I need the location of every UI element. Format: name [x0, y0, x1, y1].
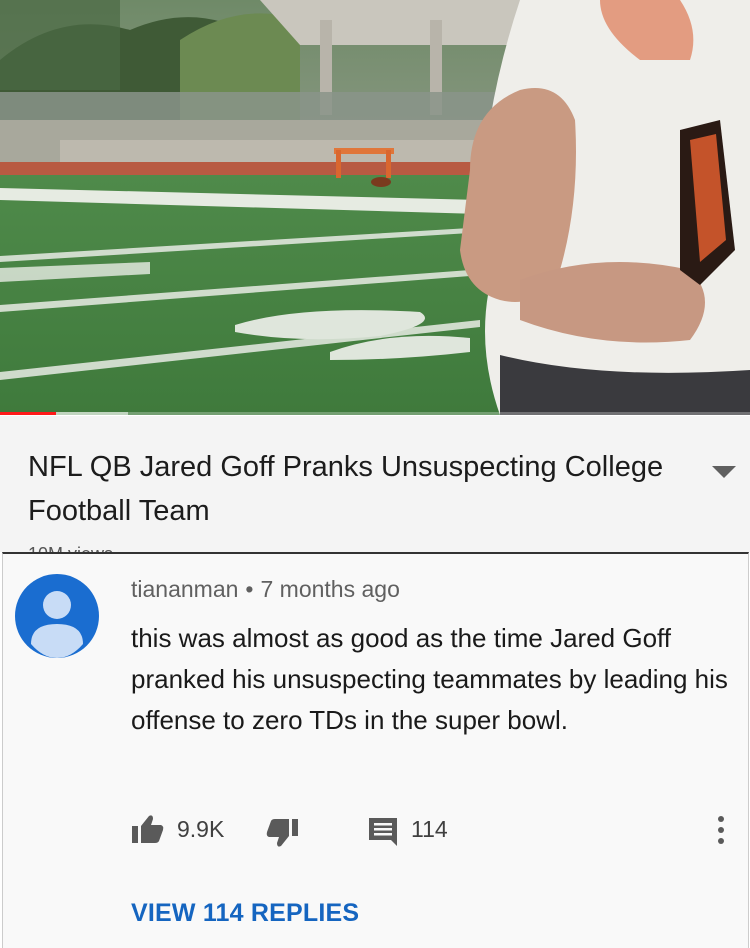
- comment-card: tiananman • 7 months ago this was almost a…: [2, 552, 749, 948]
- view-replies-button[interactable]: VIEW 114 REPLIES: [131, 898, 359, 928]
- progress-played: [0, 412, 57, 415]
- thumbs-down-icon: [266, 819, 298, 847]
- video-info-bar: NFL QB Jared Goff Pranks Unsuspecting Co…: [0, 416, 750, 552]
- progress-bar[interactable]: [0, 412, 750, 415]
- more-options-button[interactable]: [709, 812, 733, 848]
- like-count: 9.9K: [177, 816, 225, 842]
- expand-description-button[interactable]: [704, 456, 744, 486]
- video-player[interactable]: [0, 0, 750, 415]
- header-separator: •: [245, 576, 254, 602]
- comment-header: tiananman • 7 months ago: [131, 574, 400, 604]
- comment-time: 7 months ago: [260, 576, 400, 602]
- avatar[interactable]: [15, 574, 99, 658]
- video-title[interactable]: NFL QB Jared Goff Pranks Unsuspecting Co…: [28, 445, 668, 533]
- chevron-down-icon: [712, 466, 736, 478]
- like-button[interactable]: [131, 814, 165, 849]
- comment-text: this was almost as good as the time Jare…: [131, 623, 728, 735]
- video-frame-image: [0, 0, 750, 415]
- reply-button[interactable]: [367, 816, 399, 851]
- dislike-button[interactable]: [265, 818, 299, 853]
- thumbs-up-icon: [132, 815, 164, 843]
- view-count-cutoff: 10M views: [28, 544, 113, 552]
- comment-author[interactable]: tiananman: [131, 576, 238, 602]
- more-vertical-icon: [718, 816, 724, 844]
- default-avatar-icon: [31, 591, 83, 658]
- reply-count: 114: [411, 816, 448, 842]
- comment-actions: 9.9K 114: [3, 810, 748, 850]
- comment-icon: [369, 818, 397, 846]
